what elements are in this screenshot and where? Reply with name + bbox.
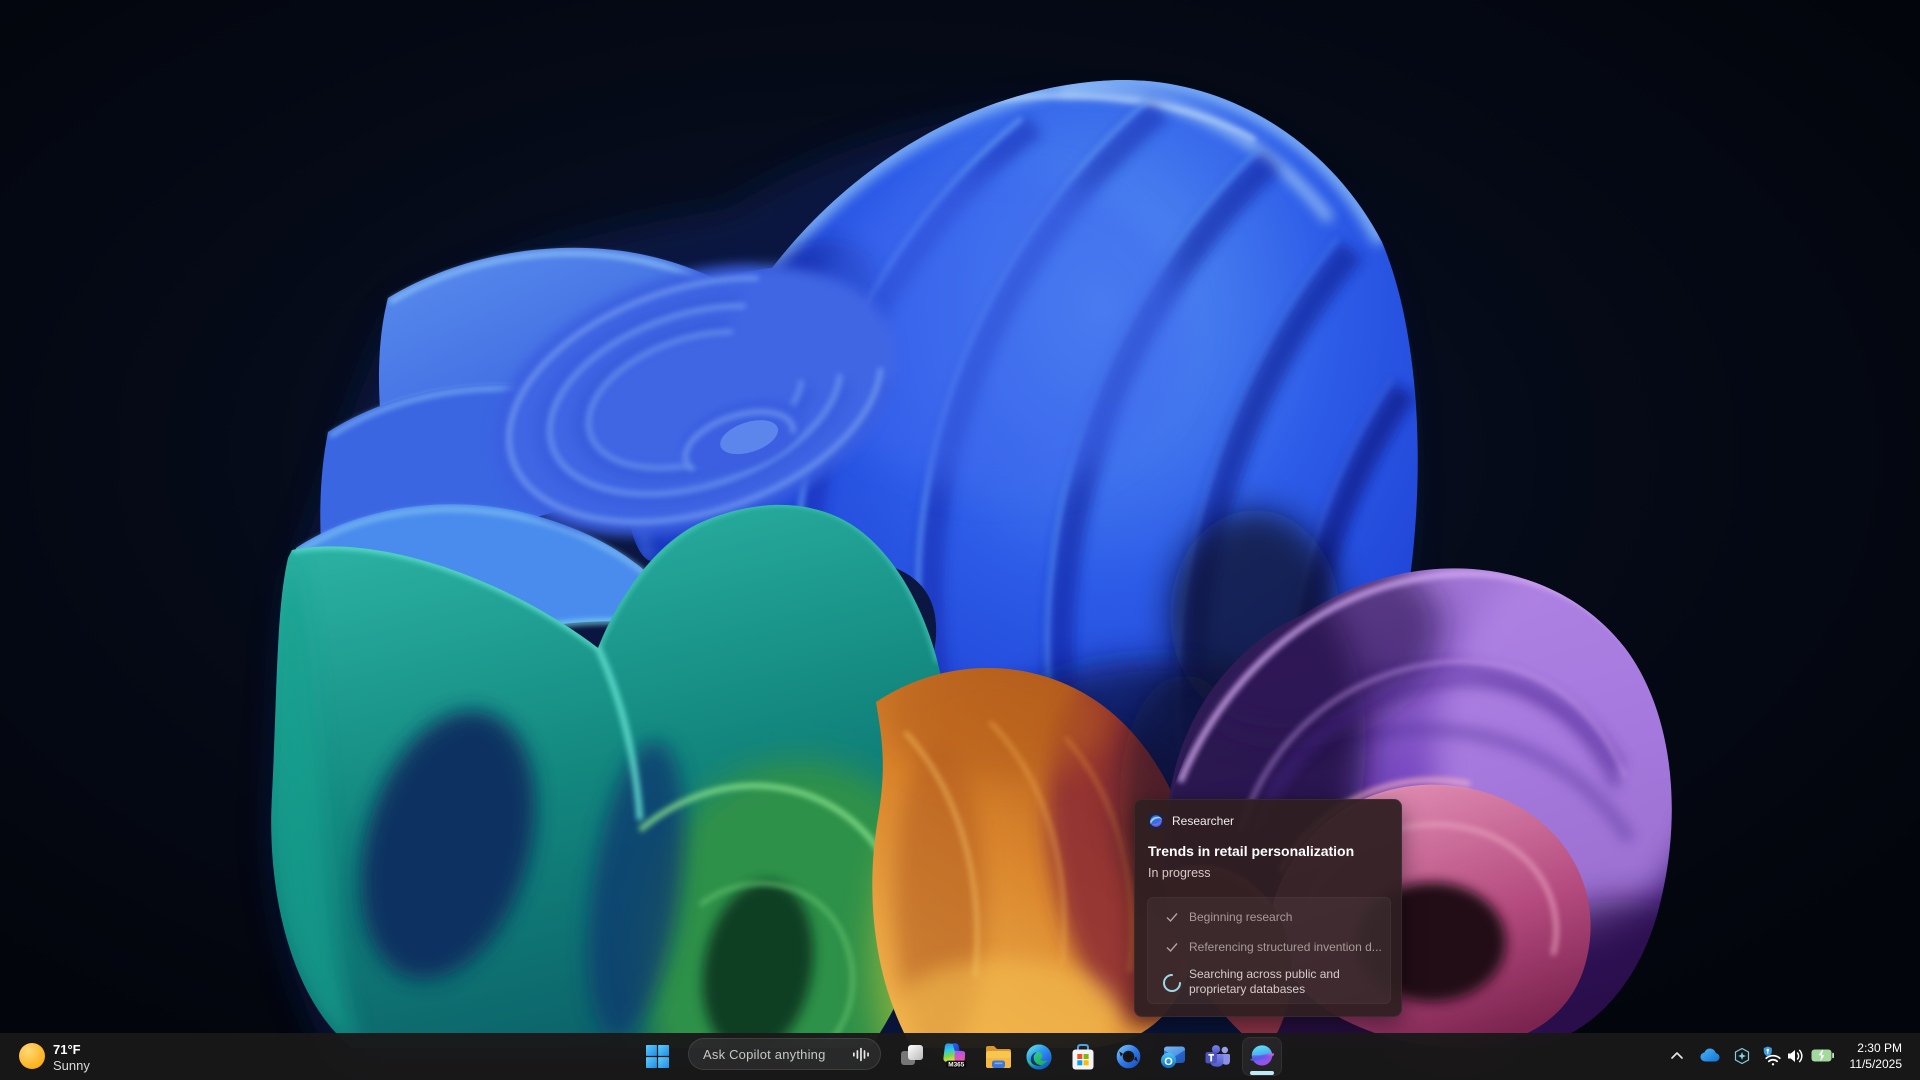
svg-text:M365: M365 — [948, 1061, 964, 1068]
svg-text:O: O — [1164, 1056, 1173, 1068]
